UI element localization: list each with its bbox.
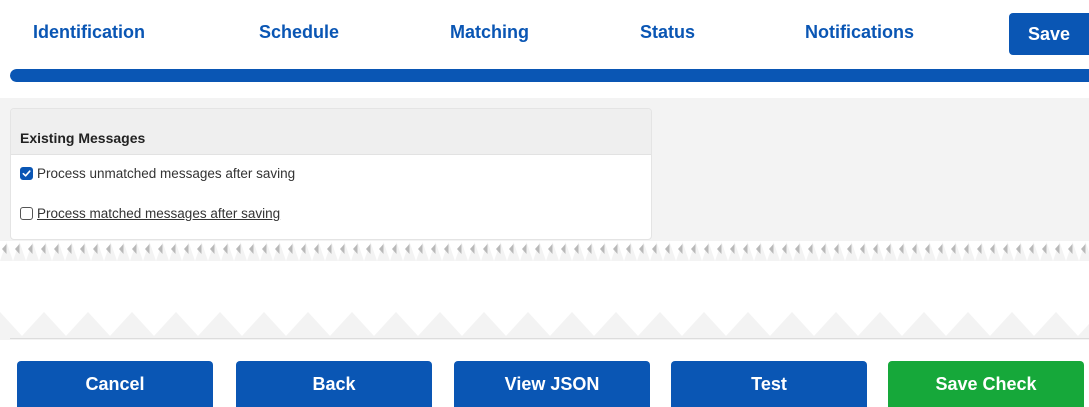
progress-bar-fill bbox=[10, 69, 1089, 82]
save-check-button[interactable]: Save Check bbox=[888, 361, 1084, 407]
tab-matching[interactable]: Matching bbox=[450, 22, 529, 43]
torn-edge-bottom bbox=[0, 312, 1089, 338]
tab-identification[interactable]: Identification bbox=[33, 22, 145, 43]
checkbox-checked-icon[interactable] bbox=[20, 167, 33, 180]
footer-divider bbox=[10, 338, 1089, 339]
progress-bar bbox=[10, 69, 1089, 82]
save-button[interactable]: Save bbox=[1009, 13, 1089, 55]
back-button[interactable]: Back bbox=[236, 361, 432, 407]
tab-status[interactable]: Status bbox=[640, 22, 695, 43]
cancel-button[interactable]: Cancel bbox=[17, 361, 213, 407]
existing-messages-panel: Existing Messages Process unmatched mess… bbox=[10, 108, 652, 240]
torn-edge-top bbox=[0, 241, 1089, 261]
test-button[interactable]: Test bbox=[671, 361, 867, 407]
tab-schedule[interactable]: Schedule bbox=[259, 22, 339, 43]
top-navigation: Identification Schedule Matching Status … bbox=[0, 0, 1089, 64]
process-matched-option[interactable]: Process matched messages after saving bbox=[20, 206, 280, 221]
torn-gap bbox=[0, 261, 1089, 313]
process-matched-label: Process matched messages after saving bbox=[37, 206, 281, 221]
process-unmatched-label: Process unmatched messages after saving bbox=[37, 166, 296, 181]
view-json-button[interactable]: View JSON bbox=[454, 361, 650, 407]
tab-notifications[interactable]: Notifications bbox=[805, 22, 914, 43]
process-unmatched-option[interactable]: Process unmatched messages after saving bbox=[20, 166, 295, 181]
panel-title: Existing Messages bbox=[11, 109, 651, 155]
checkbox-unchecked-icon[interactable] bbox=[20, 207, 33, 220]
